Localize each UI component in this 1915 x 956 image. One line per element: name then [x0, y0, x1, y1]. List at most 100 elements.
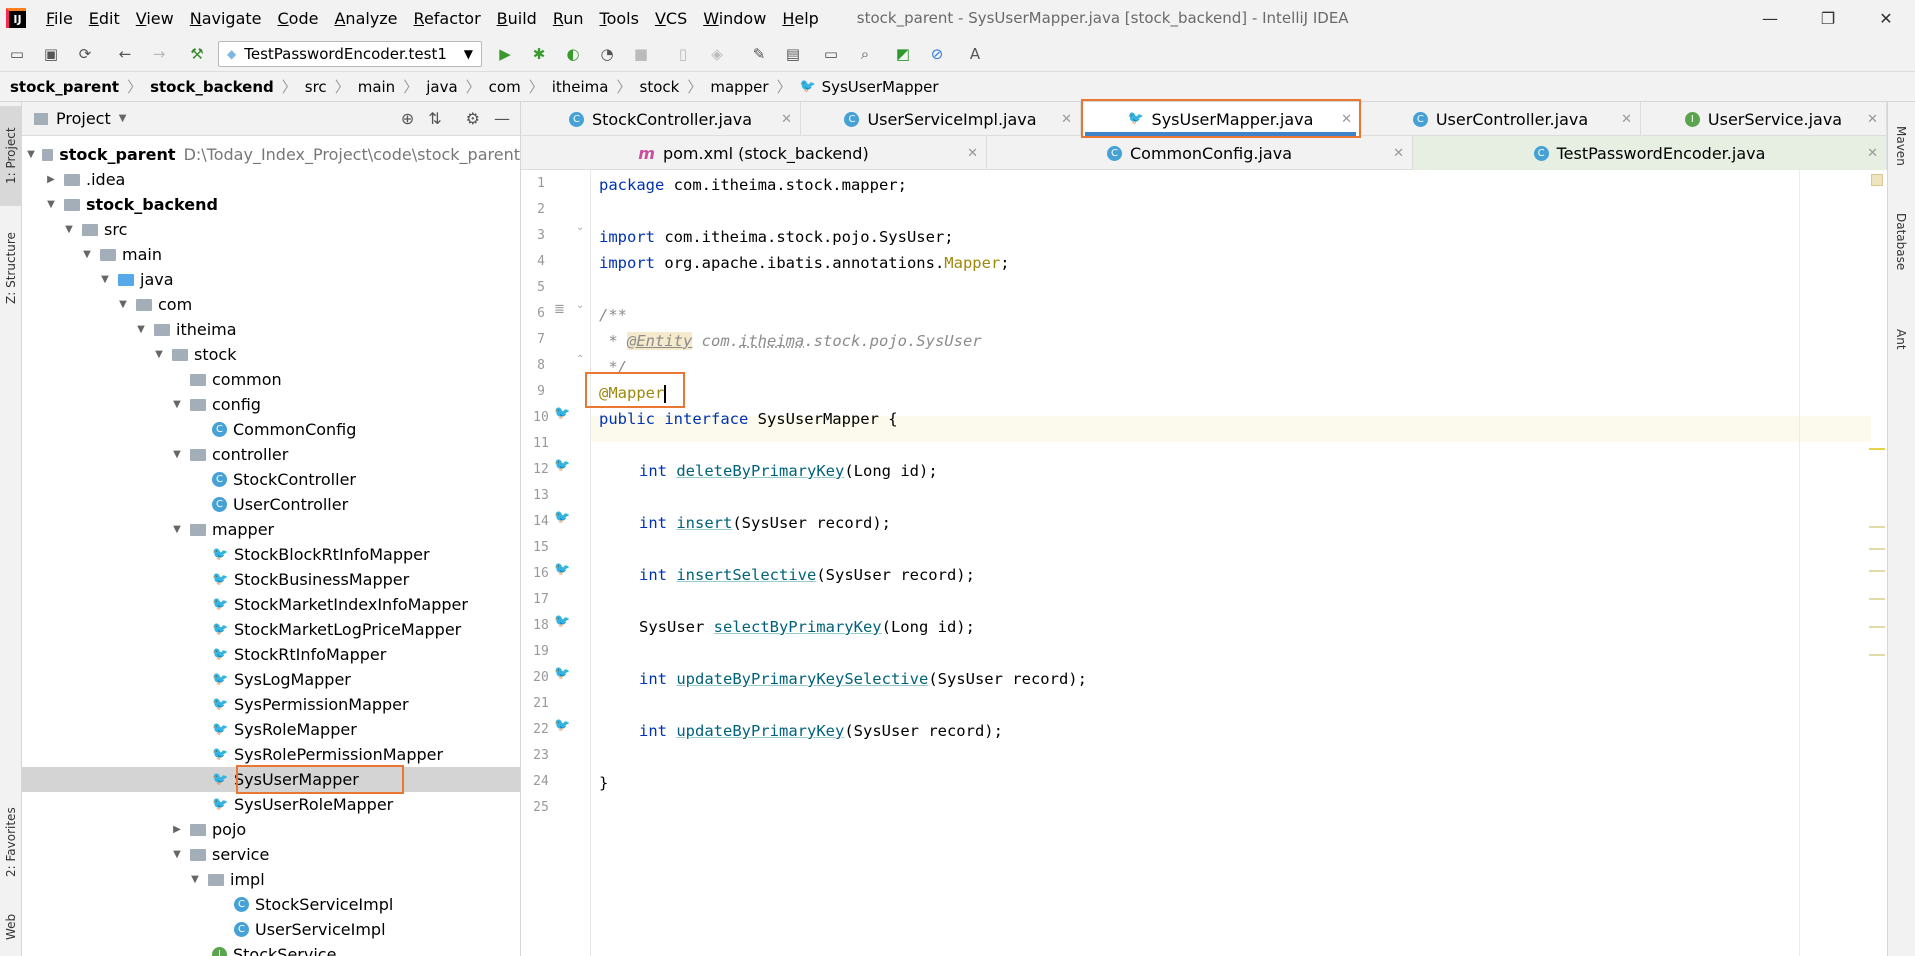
locate-crosshair-icon[interactable]: ⊕ [401, 109, 414, 128]
expanded-arrow-icon[interactable]: ▼ [170, 399, 184, 410]
tree-node[interactable]: ▼ stock [22, 342, 520, 367]
editor-tab[interactable]: C TestPasswordEncoder.java ✕ [1413, 136, 1887, 170]
tree-node[interactable]: 🐦 StockBlockRtInfoMapper [22, 542, 520, 567]
doc-render-icon[interactable]: ≣ [554, 302, 565, 317]
run-icon[interactable]: ▶ [494, 43, 516, 65]
build-hammer-icon[interactable]: ⚒ [186, 43, 208, 65]
tree-node[interactable]: C StockController [22, 467, 520, 492]
expanded-arrow-icon[interactable]: ▼ [134, 324, 148, 335]
editor-tab[interactable]: I UserService.java ✕ [1641, 102, 1887, 136]
tree-node[interactable]: 🐦 StockRtInfoMapper [22, 642, 520, 667]
tool-tab-ant[interactable]: Ant [1887, 314, 1915, 364]
settings-wrench-icon[interactable]: ✎ [748, 43, 770, 65]
breadcrumb-item[interactable]: main [358, 78, 395, 96]
menu-refactor[interactable]: Refactor [406, 9, 489, 28]
menu-view[interactable]: View [128, 9, 182, 28]
mybatis-bird-icon[interactable]: 🐦 [554, 562, 570, 577]
breadcrumb-item[interactable]: stock_backend [150, 78, 274, 96]
run-configuration-dropdown[interactable]: ◆ TestPasswordEncoder.test1 ▼ [218, 40, 482, 67]
tree-node[interactable]: 🐦 SysUserRoleMapper [22, 792, 520, 817]
expanded-arrow-icon[interactable]: ▼ [26, 149, 36, 160]
menu-build[interactable]: Build [489, 9, 545, 28]
close-icon[interactable]: ✕ [1393, 146, 1404, 161]
close-icon[interactable]: ✕ [1867, 146, 1878, 161]
breadcrumb-item[interactable]: mapper [710, 78, 768, 96]
editor-tab[interactable]: m pom.xml (stock_backend) ✕ [521, 136, 987, 170]
project-structure-folder-icon[interactable]: ▤ [782, 43, 804, 65]
profile-icon[interactable]: ◔ [596, 43, 618, 65]
tree-node[interactable]: ▼ stock_backend [22, 192, 520, 217]
mybatis-bird-icon[interactable]: 🐦 [554, 718, 570, 733]
tree-node[interactable]: ▼ itheima [22, 317, 520, 342]
tree-node[interactable]: C UserServiceImpl [22, 917, 520, 942]
code-area[interactable]: package com.itheima.stock.mapper; import… [585, 170, 1869, 956]
mybatis-bird-icon[interactable]: 🐦 [554, 614, 570, 629]
expanded-arrow-icon[interactable]: ▼ [80, 249, 94, 260]
tree-node[interactable]: C StockServiceImpl [22, 892, 520, 917]
restore-button[interactable]: ❐ [1799, 0, 1857, 36]
breadcrumb-item[interactable]: src [305, 78, 327, 96]
tree-node[interactable]: 🐦 SysPermissionMapper [22, 692, 520, 717]
collapse-all-icon[interactable]: ⇅ [428, 109, 441, 128]
stripe-mark[interactable] [1869, 598, 1885, 600]
tree-node[interactable]: 🐦 SysRoleMapper [22, 717, 520, 742]
menu-file[interactable]: File [38, 9, 81, 28]
close-icon[interactable]: ✕ [1867, 112, 1878, 127]
menu-window[interactable]: Window [695, 9, 774, 28]
project-structure-icon[interactable]: ▯ [672, 43, 694, 65]
fold-marker-icon[interactable]: ⌃ [576, 354, 584, 365]
tree-node[interactable]: C CommonConfig [22, 417, 520, 442]
tree-node[interactable]: C UserController [22, 492, 520, 517]
menu-help[interactable]: Help [774, 9, 826, 28]
breadcrumb-item[interactable]: com [489, 78, 521, 96]
mybatis-bird-icon[interactable]: 🐦 [554, 458, 570, 473]
close-icon[interactable]: ✕ [781, 112, 792, 127]
stripe-mark[interactable] [1869, 626, 1885, 628]
forward-arrow-icon[interactable]: → [148, 43, 170, 65]
tree-node[interactable]: ▼ main [22, 242, 520, 267]
save-icon[interactable]: ▣ [40, 43, 62, 65]
tree-node[interactable]: 🐦 StockBusinessMapper [22, 567, 520, 592]
expanded-arrow-icon[interactable]: ▼ [170, 449, 184, 460]
menu-tools[interactable]: Tools [592, 9, 647, 28]
tree-node[interactable]: I StockService [22, 942, 520, 956]
tool-tab-project[interactable]: 1: Project [0, 106, 22, 206]
menu-analyze[interactable]: Analyze [326, 9, 405, 28]
editor-tab[interactable]: C UserServiceImpl.java ✕ [801, 102, 1081, 136]
expanded-arrow-icon[interactable]: ▼ [170, 849, 184, 860]
debug-bug-icon[interactable]: ✱ [528, 43, 550, 65]
tree-node[interactable]: 🐦 StockMarketLogPriceMapper [22, 617, 520, 642]
chevron-down-icon[interactable]: ▼ [119, 113, 127, 124]
breadcrumb-item[interactable]: itheima [552, 78, 609, 96]
stripe-mark[interactable] [1869, 526, 1885, 528]
open-folder-icon[interactable]: ▭ [6, 43, 28, 65]
close-window-button[interactable]: ✕ [1857, 0, 1915, 36]
mybatis-bird-icon[interactable]: 🐦 [554, 666, 570, 681]
fold-marker-icon[interactable]: ⌄ [576, 300, 584, 311]
stripe-mark[interactable] [1869, 570, 1885, 572]
editor-tab[interactable]: C StockController.java ✕ [521, 102, 801, 136]
mybatis-bird-icon[interactable]: 🐦 [554, 510, 570, 525]
translate-icon[interactable]: A [964, 43, 986, 65]
menu-code[interactable]: Code [270, 9, 327, 28]
tree-node[interactable]: 🐦 SysRolePermissionMapper [22, 742, 520, 767]
breadcrumb-item[interactable]: stock [640, 78, 680, 96]
menu-run[interactable]: Run [545, 9, 592, 28]
tool-tab-structure[interactable]: Z: Structure [0, 218, 22, 318]
close-icon[interactable]: ✕ [1621, 112, 1632, 127]
tree-node[interactable]: ▼ java [22, 267, 520, 292]
expanded-arrow-icon[interactable]: ▼ [170, 524, 184, 535]
tree-node[interactable]: common [22, 367, 520, 392]
stop-icon[interactable]: ■ [630, 43, 652, 65]
editor-tab-active[interactable]: 🐦 SysUserMapper.java ✕ [1081, 99, 1361, 138]
breadcrumb-item[interactable]: SysUserMapper [822, 78, 939, 96]
menu-navigate[interactable]: Navigate [182, 9, 270, 28]
tree-node[interactable]: 🐦 StockMarketIndexInfoMapper [22, 592, 520, 617]
expanded-arrow-icon[interactable]: ▼ [62, 224, 76, 235]
stripe-mark[interactable] [1869, 654, 1885, 656]
collapsed-arrow-icon[interactable]: ▶ [170, 824, 184, 835]
tree-node[interactable]: ▶ .idea [22, 167, 520, 192]
collapsed-arrow-icon[interactable]: ▶ [44, 174, 58, 185]
mybatis-bird-icon[interactable]: 🐦 [554, 406, 570, 421]
tree-node[interactable]: 🐦 SysLogMapper [22, 667, 520, 692]
